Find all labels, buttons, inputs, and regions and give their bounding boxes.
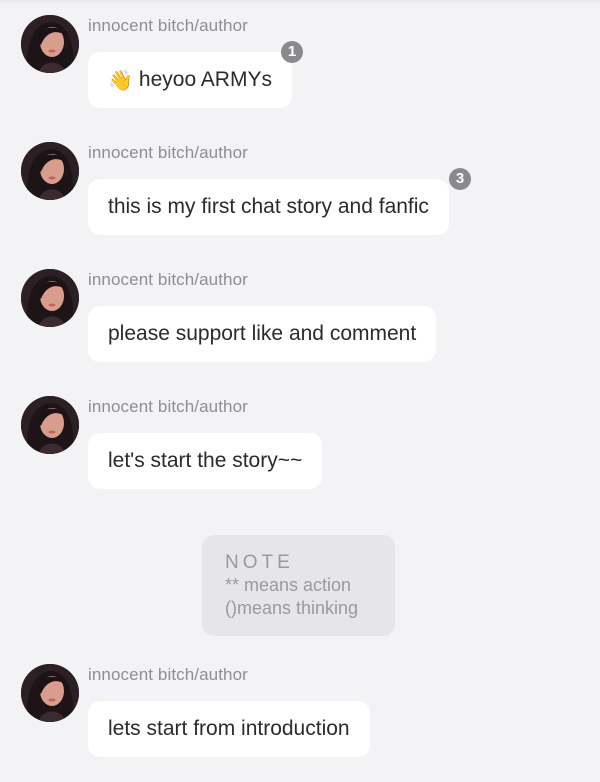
top-divider (0, 0, 600, 4)
message-bubble[interactable]: please support like and comment (88, 306, 437, 362)
message-bubble[interactable]: this is my first chat story and fanfic (88, 179, 449, 235)
message-text: heyoo ARMYs (138, 68, 272, 91)
author-name: innocent bitch/author (88, 665, 248, 684)
author-avatar[interactable] (21, 142, 79, 200)
author-avatar[interactable] (21, 15, 79, 73)
author-avatar[interactable] (21, 396, 79, 454)
author-name: innocent bitch/author (88, 397, 248, 416)
comment-count-badge[interactable]: 3 (449, 168, 471, 190)
comment-count-badge[interactable]: 1 (281, 41, 303, 63)
author-avatar[interactable] (21, 269, 79, 327)
message-bubble[interactable]: 👋 heyoo ARMYs (88, 52, 292, 108)
note-card: NOTE ** means action ()means thinking (202, 535, 395, 636)
message-text: please support like and comment (108, 322, 417, 345)
waving-hand-icon: 👋 (108, 70, 133, 92)
message-bubble[interactable]: let's start the story~~ (88, 433, 323, 489)
note-title: NOTE (225, 552, 294, 573)
note-line: ** means action (225, 575, 352, 595)
message-text: let's start the story~~ (108, 449, 303, 472)
author-name: innocent bitch/author (88, 143, 248, 162)
message-text: this is my first chat story and fanfic (108, 195, 429, 218)
message-text: lets start from introduction (108, 717, 350, 740)
message-bubble[interactable]: lets start from introduction (88, 701, 370, 757)
author-avatar[interactable] (21, 664, 79, 722)
author-name: innocent bitch/author (88, 16, 248, 35)
note-line: ()means thinking (225, 598, 359, 618)
author-name: innocent bitch/author (88, 270, 248, 289)
